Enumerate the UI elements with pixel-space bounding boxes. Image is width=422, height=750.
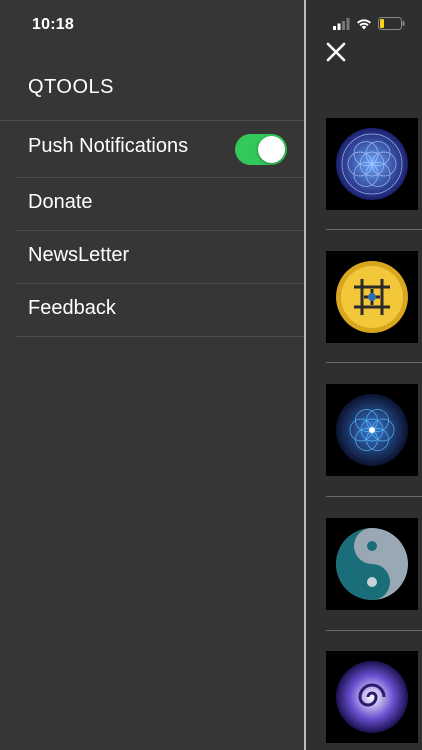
thumbnail-spiral-glyph[interactable] — [326, 651, 418, 743]
wifi-icon — [357, 18, 371, 29]
thumbnail-divider — [326, 362, 422, 363]
menu-item-push-notifications[interactable]: Push Notifications — [0, 120, 304, 177]
thumbnail-yin-yang[interactable] — [326, 518, 418, 610]
menu-item-label: Donate — [28, 191, 93, 213]
menu-item-label: NewsLetter — [28, 244, 130, 266]
toggle-knob — [258, 136, 285, 163]
thumbnail-flower-of-life-blue[interactable] — [326, 118, 418, 210]
thumbnail-flower-of-life-dark[interactable] — [326, 384, 418, 476]
thumbnail-golden-medallion[interactable] — [326, 251, 418, 343]
menu-divider — [16, 336, 304, 337]
cellular-signal-icon — [333, 17, 350, 30]
menu-item-feedback[interactable]: Feedback — [16, 283, 304, 336]
thumbnail-divider — [326, 496, 422, 497]
status-time: 10:18 — [32, 16, 74, 33]
flower-of-life-dark-image — [336, 394, 408, 466]
drawer-title: QTOOLS — [28, 76, 114, 98]
close-icon[interactable] — [322, 38, 350, 66]
yin-yang-image — [336, 528, 408, 600]
thumbnail-divider — [326, 630, 422, 631]
battery-icon — [378, 17, 405, 30]
drawer-edge — [304, 0, 306, 750]
thumbnail-divider — [326, 229, 422, 230]
side-drawer: 10:18 QTOOLS Push Notifications Donate N… — [0, 0, 304, 750]
status-icons — [333, 17, 405, 30]
menu-item-label: Feedback — [28, 297, 116, 319]
flower-of-life-image — [336, 128, 408, 200]
menu-item-newsletter[interactable]: NewsLetter — [16, 230, 304, 283]
spiral-glyph-image — [336, 661, 408, 733]
menu-item-donate[interactable]: Donate — [16, 177, 304, 230]
content-panel — [306, 0, 422, 750]
push-notifications-toggle[interactable] — [235, 134, 287, 165]
golden-medallion-image — [336, 261, 408, 333]
menu-item-label: Push Notifications — [28, 135, 189, 157]
drawer-menu: Push Notifications Donate NewsLetter Fee… — [0, 120, 304, 337]
